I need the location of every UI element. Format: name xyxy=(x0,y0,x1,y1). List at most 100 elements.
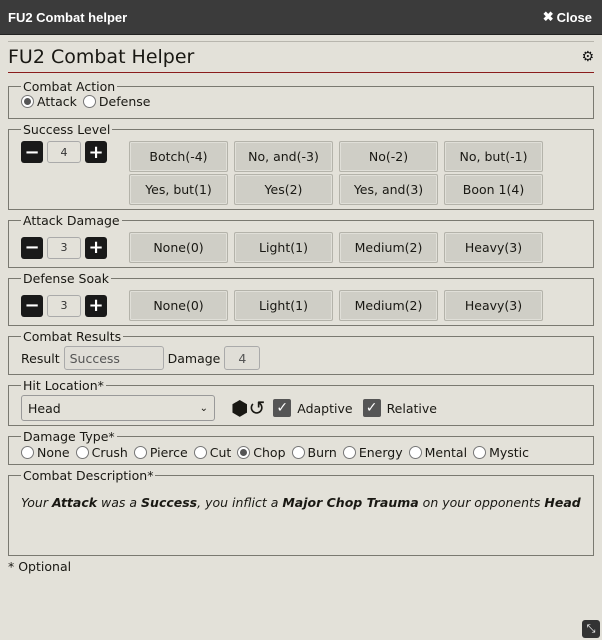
defense-soak-stepper: − 3 + xyxy=(21,294,129,317)
close-button[interactable]: ✖ Close xyxy=(543,9,592,25)
success-level-button-2[interactable]: No(-2) xyxy=(339,141,438,172)
success-level-button-5[interactable]: Yes(2) xyxy=(234,174,333,205)
hit-location-select[interactable]: Head ⌄ xyxy=(21,395,215,421)
attack-damage-stepper: − 3 + xyxy=(21,236,129,259)
defense-soak-group: Defense Soak − 3 + None(0) Light(1) Medium… xyxy=(8,271,594,326)
radio-cut[interactable]: Cut xyxy=(193,445,232,460)
radio-mystic[interactable]: Mystic xyxy=(473,445,529,460)
radio-icon[interactable] xyxy=(21,446,34,459)
defense-soak-value[interactable]: 3 xyxy=(47,294,81,317)
result-field: Success xyxy=(63,346,164,370)
x-icon: ✖ xyxy=(542,9,554,24)
radio-mental[interactable]: Mental xyxy=(408,445,468,460)
radio-icon[interactable] xyxy=(237,446,251,459)
radio-attack[interactable]: Attack xyxy=(21,94,77,109)
decrement-button[interactable]: − xyxy=(21,294,43,317)
gear-icon[interactable]: ⚙ xyxy=(581,49,594,65)
description-segment: , you inflict a xyxy=(197,495,283,510)
success-level-button-4[interactable]: Yes, but(1) xyxy=(129,174,228,205)
radio-icon[interactable] xyxy=(408,446,422,459)
combat-results-legend: Combat Results xyxy=(23,329,122,344)
attack-damage-button-2[interactable]: Medium(2) xyxy=(339,232,438,263)
radio-icon[interactable] xyxy=(291,446,305,459)
attack-damage-button-3[interactable]: Heavy(3) xyxy=(444,232,543,263)
defense-soak-button-1[interactable]: Light(1) xyxy=(234,290,333,321)
dice-icon[interactable]: ⬢ xyxy=(231,396,248,420)
relative-checkbox[interactable]: ✓ xyxy=(362,399,381,417)
chevron-down-icon: ⌄ xyxy=(199,402,208,414)
radio-chop[interactable]: Chop xyxy=(237,445,286,460)
hit-location-value: Head xyxy=(28,400,61,416)
success-level-button-0[interactable]: Botch(-4) xyxy=(129,141,228,172)
resize-handle[interactable]: ⤡ xyxy=(582,620,600,638)
attack-damage-group: Attack Damage − 3 + None(0) Light(1) Mediu… xyxy=(8,213,594,268)
radio-label: Attack xyxy=(37,94,77,109)
decrement-button[interactable]: − xyxy=(21,141,43,163)
radio-crush[interactable]: Crush xyxy=(75,445,128,460)
increment-button[interactable]: + xyxy=(85,294,107,317)
radio-energy[interactable]: Energy xyxy=(342,445,403,460)
hit-location-group: Hit Location* Head ⌄ ⬢ ↺ ✓ Adaptive ✓ Re… xyxy=(8,378,594,426)
success-level-button-3[interactable]: No, but(-1) xyxy=(444,141,543,172)
adaptive-label: Adaptive xyxy=(297,400,353,416)
radio-burn[interactable]: Burn xyxy=(291,445,337,460)
reset-icon[interactable]: ↺ xyxy=(248,396,265,420)
defense-soak-button-2[interactable]: Medium(2) xyxy=(339,290,438,321)
description-segment: Attack xyxy=(51,495,98,510)
increment-button[interactable]: + xyxy=(85,236,107,259)
decrement-button[interactable]: − xyxy=(21,236,43,259)
radio-label: None xyxy=(37,445,70,460)
attack-damage-legend: Attack Damage xyxy=(23,213,120,228)
success-level-legend: Success Level xyxy=(23,122,111,137)
radio-label: Crush xyxy=(91,445,128,460)
radio-icon[interactable] xyxy=(342,446,356,459)
radio-icon[interactable] xyxy=(75,446,89,459)
radio-icon[interactable] xyxy=(193,446,207,459)
description-segment: Success xyxy=(141,495,198,510)
optional-note: * Optional xyxy=(8,559,72,574)
title-bar[interactable]: FU2 Combat helper ✖ Close xyxy=(0,0,602,34)
success-level-value[interactable]: 4 xyxy=(47,141,81,163)
success-level-button-6[interactable]: Yes, and(3) xyxy=(339,174,438,205)
success-level-stepper: − 4 + xyxy=(21,141,129,163)
close-label: Close xyxy=(556,9,592,25)
combat-description-legend: Combat Description* xyxy=(23,468,154,483)
increment-button[interactable]: + xyxy=(85,141,107,163)
description-segment: was a xyxy=(97,495,142,510)
radio-pierce[interactable]: Pierce xyxy=(133,445,188,460)
damage-type-legend: Damage Type* xyxy=(23,429,115,444)
description-segment: on your opponents xyxy=(418,495,545,510)
page-header: FU2 Combat Helper ⚙ xyxy=(8,42,594,73)
attack-damage-value[interactable]: 3 xyxy=(47,236,81,259)
description-segment: Your xyxy=(21,495,52,510)
attack-damage-button-1[interactable]: Light(1) xyxy=(234,232,333,263)
damage-type-group: Damage Type* None Crush Pierce Cut Chop Burn E… xyxy=(8,429,594,465)
damage-field: 4 xyxy=(224,346,261,370)
radio-label: Pierce xyxy=(149,445,188,460)
success-level-button-7[interactable]: Boon 1(4) xyxy=(444,174,543,205)
hit-location-legend: Hit Location* xyxy=(23,378,104,393)
combat-description-text: Your Attack was a Success, you inflict a… xyxy=(21,483,583,551)
radio-icon[interactable] xyxy=(133,446,147,459)
relative-label: Relative xyxy=(386,400,437,416)
success-level-button-1[interactable]: No, and(-3) xyxy=(234,141,333,172)
result-label: Result xyxy=(21,350,60,366)
combat-results-group: Combat Results Result Success Damage 4 xyxy=(8,329,594,375)
description-segment: Head xyxy=(544,495,581,510)
radio-defense[interactable]: Defense xyxy=(82,94,150,109)
radio-icon[interactable] xyxy=(21,95,34,108)
radio-label: Chop xyxy=(253,445,286,460)
description-segment: Major Chop Trauma xyxy=(282,495,419,510)
combat-helper-window: FU2 Combat helper ✖ Close FU2 Combat Hel… xyxy=(0,0,602,640)
adaptive-checkbox[interactable]: ✓ xyxy=(273,399,292,417)
radio-none[interactable]: None xyxy=(21,445,70,460)
radio-label: Cut xyxy=(209,445,232,460)
radio-icon[interactable] xyxy=(82,95,96,108)
radio-label: Mental xyxy=(424,445,468,460)
defense-soak-button-0[interactable]: None(0) xyxy=(129,290,228,321)
combat-action-legend: Combat Action xyxy=(23,79,116,94)
defense-soak-button-3[interactable]: Heavy(3) xyxy=(444,290,543,321)
radio-icon[interactable] xyxy=(473,446,487,459)
attack-damage-button-0[interactable]: None(0) xyxy=(129,232,228,263)
combat-action-group: Combat Action Attack Defense xyxy=(8,79,594,119)
